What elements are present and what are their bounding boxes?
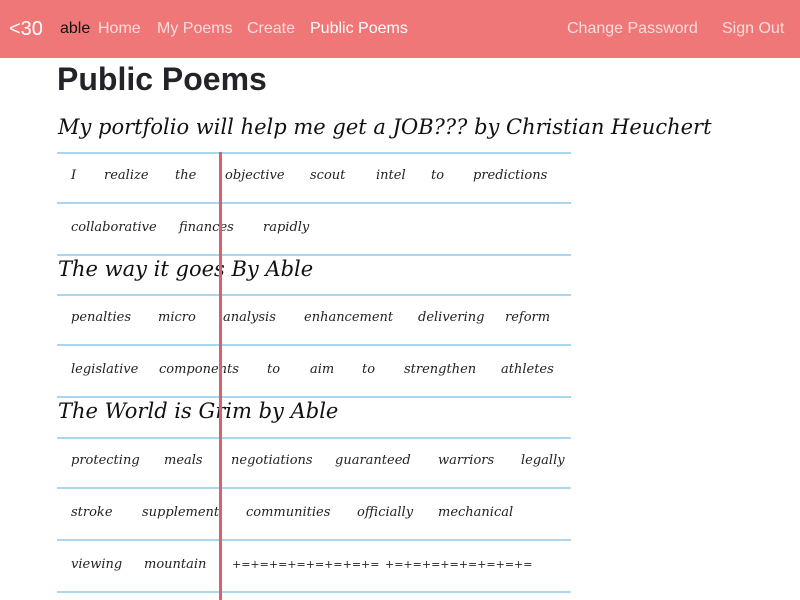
poem-word: components xyxy=(159,362,239,377)
poem-title: My portfolio will help me get a JOB??? b… xyxy=(58,115,712,139)
poem-word: penalties xyxy=(71,310,132,325)
nav-home-link[interactable]: Home xyxy=(98,19,141,39)
poem-word: strengthen xyxy=(404,362,477,377)
poem-word: supplement xyxy=(142,505,220,520)
poem-word: communities xyxy=(246,505,331,520)
poem-line: legislative components to aim to strengt… xyxy=(57,346,571,398)
poem-word: I xyxy=(71,168,77,183)
poem-word: micro xyxy=(158,310,196,325)
poem-word: legally xyxy=(521,453,565,468)
poem-line: I realize the objective scout intel to p… xyxy=(57,152,571,204)
navbar: <30 able Home My Poems Create Public Poe… xyxy=(0,0,800,58)
nav-create-link[interactable]: Create xyxy=(247,19,295,39)
poem-word: the xyxy=(175,168,197,183)
poem-word: analysis xyxy=(223,310,276,325)
poem-word: finances xyxy=(179,220,234,235)
username-label: able xyxy=(60,20,91,37)
poem-word: scout xyxy=(310,168,346,183)
poem-word: mechanical xyxy=(438,505,514,520)
sign-out-link[interactable]: Sign Out xyxy=(722,19,784,39)
page-title: Public Poems xyxy=(57,61,267,97)
nav-my-poems-link[interactable]: My Poems xyxy=(157,19,233,39)
poem-word: +=+=+=+=+=+=+=+= xyxy=(385,558,533,571)
poem-word: objective xyxy=(225,168,285,183)
poem-line: collaborative finances rapidly xyxy=(57,204,571,256)
poem-word: intel xyxy=(376,168,406,183)
poem-word: enhancement xyxy=(304,310,394,325)
poem-word: collaborative xyxy=(71,220,157,235)
notebook-margin-line xyxy=(219,152,222,600)
poem-word: athletes xyxy=(501,362,554,377)
poem-word: viewing xyxy=(71,557,123,572)
poem-line: protecting meals negotiations guaranteed… xyxy=(57,437,571,489)
poem-paper: penalties micro analysis enhancement del… xyxy=(57,294,571,398)
poem-word: to xyxy=(431,168,445,183)
poem-word: to xyxy=(267,362,281,377)
poem-word: officially xyxy=(357,505,414,520)
poem-line: penalties micro analysis enhancement del… xyxy=(57,294,571,346)
poem-word: negotiations xyxy=(231,453,313,468)
poem-title: The World is Grim by Able xyxy=(58,399,339,423)
poem-title: The way it goes By Able xyxy=(58,257,314,281)
poem-word: rapidly xyxy=(263,220,310,235)
poem-line: viewing mountain +=+=+=+=+=+=+=+= +=+=+=… xyxy=(57,541,571,593)
poem-paper: protecting meals negotiations guaranteed… xyxy=(57,437,571,593)
poem-word: protecting xyxy=(71,453,140,468)
nav-public-poems-link[interactable]: Public Poems xyxy=(310,19,408,39)
poem-word: aim xyxy=(310,362,335,377)
brand-link[interactable]: <30 xyxy=(9,16,43,42)
poem-word: to xyxy=(362,362,376,377)
poem-word: stroke xyxy=(71,505,113,520)
poem-word: mountain xyxy=(144,557,207,572)
poem-word: +=+=+=+=+=+=+=+= xyxy=(232,558,380,571)
poem-word: legislative xyxy=(71,362,139,377)
poem-word: guaranteed xyxy=(335,453,411,468)
change-password-link[interactable]: Change Password xyxy=(567,19,698,39)
poem-word: warriors xyxy=(438,453,495,468)
poem-word: predictions xyxy=(473,168,548,183)
poem-word: realize xyxy=(104,168,149,183)
poem-paper: I realize the objective scout intel to p… xyxy=(57,152,571,256)
poem-word: delivering xyxy=(418,310,485,325)
poem-word: meals xyxy=(164,453,203,468)
poem-line: stroke supplement communities officially… xyxy=(57,489,571,541)
poem-word: reform xyxy=(505,310,551,325)
